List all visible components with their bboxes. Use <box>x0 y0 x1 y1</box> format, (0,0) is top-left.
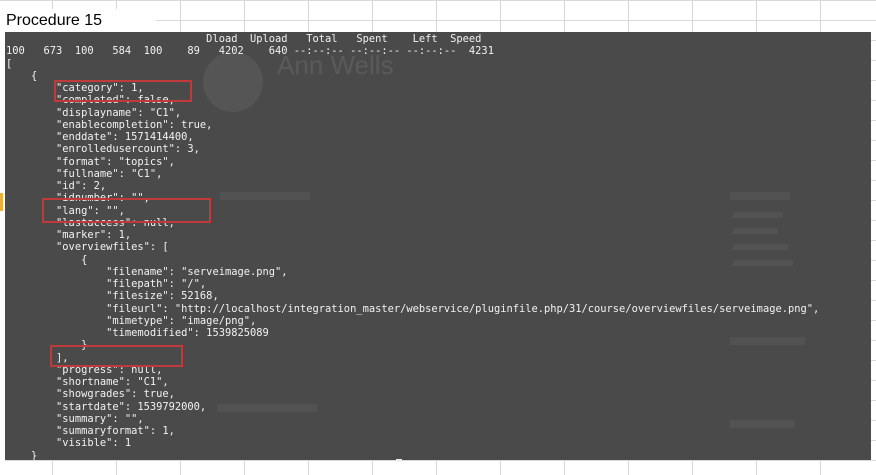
terminal-screenshot: Ann Wells Dload Upload Total Spent Left … <box>5 32 871 460</box>
terminal-line: "fileurl": "http://localhost/integration… <box>6 302 820 315</box>
terminal-line: "showgrades": true, <box>6 388 175 401</box>
terminal-line: "summaryformat": 1, <box>6 425 175 437</box>
terminal-line: [ <box>6 57 13 70</box>
highlight-completed <box>54 80 192 102</box>
terminal-line: "shortname": "C1", <box>6 376 169 388</box>
selected-row-marker <box>0 193 3 211</box>
terminal-line: "mimetype": "image/png", <box>6 314 257 327</box>
highlight-progress <box>50 345 183 367</box>
sheet-title-cell[interactable]: Procedure 15 <box>0 9 156 32</box>
terminal-line: "timemodified": 1539825089 <box>6 327 269 339</box>
terminal-line: Dload Upload Total Spent Left Speed <box>6 33 482 45</box>
highlight-lastaccess <box>42 198 211 223</box>
terminal-line: "format": "topics", <box>6 155 175 168</box>
terminal-line: "id": 2, <box>6 180 107 192</box>
terminal-line: "visible": 1 <box>6 437 132 450</box>
terminal-line: "filename": "serveimage.png", <box>6 265 288 278</box>
terminal-line: { <box>6 253 88 266</box>
terminal-line: "fullname": "C1", <box>6 167 163 180</box>
terminal-line: 100 673 100 584 100 89 4202 640 --:--:--… <box>6 45 494 58</box>
terminal-line: } <box>6 449 38 461</box>
terminal-line: "summary": "", <box>6 412 144 425</box>
terminal-line: "overviewfiles": [ <box>6 241 169 254</box>
terminal-line: "displayname": "C1", <box>6 106 182 119</box>
terminal-line: "marker": 1, <box>6 229 132 241</box>
terminal-line: "startdate": 1539792000, <box>6 400 207 413</box>
terminal-line: "enablecompletion": true, <box>6 118 213 131</box>
terminal-line: "filesize": 52168, <box>6 290 219 303</box>
scroll-marker <box>396 459 402 462</box>
terminal-line: "enrolledusercount": 3, <box>6 143 200 156</box>
terminal-line: "enddate": 1571414400, <box>6 131 194 143</box>
terminal-line: "filepath": "/", <box>6 278 207 290</box>
